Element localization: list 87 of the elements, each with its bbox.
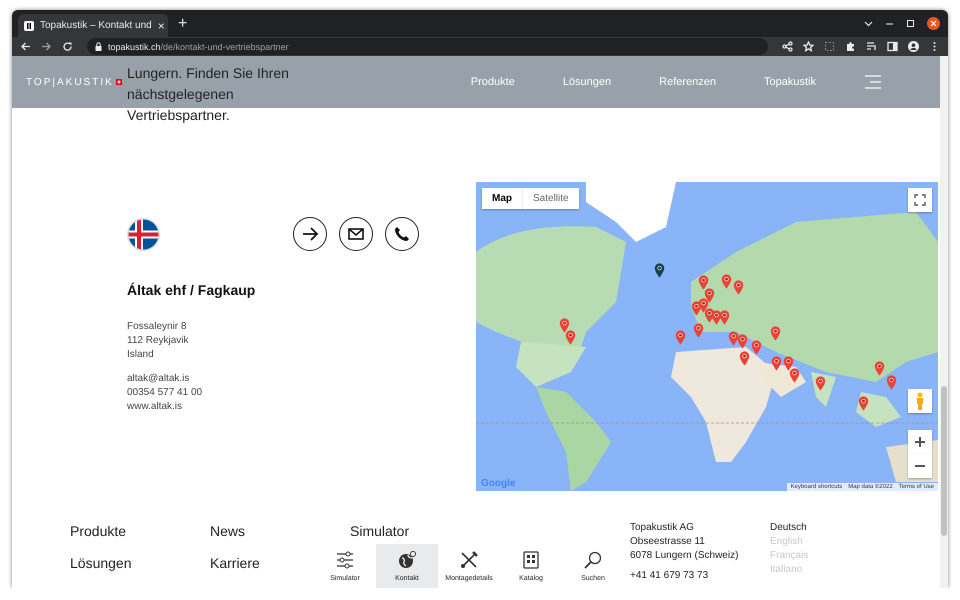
- media-icon[interactable]: [866, 41, 877, 52]
- tab-title: Topakustik – Kontakt und: [40, 20, 152, 31]
- map-pin-icon[interactable]: [719, 310, 730, 325]
- directions-button[interactable]: [293, 217, 327, 251]
- map-pin-icon[interactable]: [704, 288, 715, 303]
- map-pin-icon[interactable]: [559, 318, 570, 333]
- address-bar[interactable]: topakustik.ch/de/kontakt-und-vertriebspartner: [87, 38, 768, 55]
- puzzle-icon[interactable]: [845, 41, 856, 52]
- language-link[interactable]: Deutsch: [770, 521, 807, 535]
- map-pin-icon[interactable]: [728, 331, 739, 346]
- map-pin-icon[interactable]: [698, 275, 709, 290]
- map-pin-icon[interactable]: [739, 351, 750, 366]
- map-pin-icon[interactable]: [815, 376, 826, 391]
- maximize-icon[interactable]: [906, 19, 915, 28]
- scrollbar[interactable]: [940, 56, 948, 588]
- sliders-icon: [335, 550, 355, 570]
- map-pin-icon[interactable]: [874, 361, 885, 376]
- url-text: topakustik.ch/de/kontakt-und-vertriebspartner: [108, 42, 289, 52]
- zoom-in-button[interactable]: [908, 430, 932, 454]
- phone-number: +41 41 679 73 73: [630, 569, 710, 583]
- person-icon: [915, 392, 925, 410]
- footer-link[interactable]: Produkte: [70, 521, 126, 541]
- map-provider-logo: Google: [481, 478, 516, 489]
- profile-icon[interactable]: [908, 41, 919, 52]
- fullscreen-icon: [914, 194, 926, 206]
- footer-link[interactable]: Lösungen: [70, 553, 132, 573]
- map-pin-icon[interactable]: [721, 274, 732, 289]
- map-pin-icon[interactable]: [886, 375, 897, 390]
- search-icon: [583, 550, 603, 570]
- map-pin-icon[interactable]: [771, 356, 782, 371]
- map-pin-icon[interactable]: [789, 368, 800, 383]
- dashed-square-icon[interactable]: [824, 41, 835, 52]
- intro-paragraph: Lungern. Finden Sie Ihren nächstgelegenen Vertriebspartner.: [127, 64, 290, 125]
- address-line: Topakustik AG: [630, 521, 695, 535]
- address-line: Island: [127, 348, 154, 362]
- map-pin-icon[interactable]: [737, 334, 748, 349]
- map-pin-icon[interactable]: [783, 356, 794, 371]
- map-pin-icon[interactable]: [733, 280, 744, 295]
- tools-icon: [459, 550, 479, 570]
- globe-icon: [397, 550, 417, 570]
- forward-icon[interactable]: [41, 41, 52, 52]
- phone-number: 00354 577 41 00: [127, 386, 202, 400]
- map-pin-icon[interactable]: [751, 340, 762, 355]
- phone-button[interactable]: [385, 217, 419, 251]
- address-line: Fossaleynir 8: [127, 320, 186, 334]
- address-line: Obseestrasse 11: [630, 535, 706, 549]
- map-pin-icon[interactable]: [654, 263, 665, 278]
- zoom-out-button[interactable]: [908, 454, 932, 478]
- iceland-flag-icon: [127, 218, 160, 250]
- menu-icon[interactable]: [864, 75, 882, 89]
- new-tab-button[interactable]: +: [174, 14, 192, 32]
- catalog-icon: [521, 550, 541, 570]
- footer-link[interactable]: News: [210, 521, 246, 541]
- swiss-flag-icon: [116, 79, 122, 85]
- map-pin-icon[interactable]: [693, 323, 704, 338]
- chevron-down-icon[interactable]: [864, 19, 873, 28]
- map-pin-icon[interactable]: [711, 310, 722, 325]
- directions-icon: [301, 225, 319, 243]
- tab-close-button[interactable]: ×: [158, 18, 165, 32]
- map-type-tab[interactable]: Map: [482, 188, 522, 209]
- reload-icon[interactable]: [62, 41, 73, 52]
- map-pin-icon[interactable]: [858, 396, 869, 411]
- email-icon: [347, 225, 365, 243]
- share-icon[interactable]: [782, 41, 793, 52]
- footer-link[interactable]: Karriere: [210, 553, 260, 573]
- address-line: 6078 Lungern (Schweiz): [630, 549, 740, 563]
- fullscreen-button[interactable]: [908, 188, 932, 212]
- map-pin-icon[interactable]: [675, 330, 686, 345]
- star-icon[interactable]: [803, 41, 814, 52]
- website-link[interactable]: www.altak.is: [127, 400, 182, 414]
- map-pin-icon[interactable]: [698, 298, 709, 313]
- footer-link[interactable]: Simulator: [350, 521, 410, 541]
- plus-icon: [914, 436, 926, 448]
- phone-icon: [393, 225, 411, 243]
- email-button[interactable]: [339, 217, 373, 251]
- back-icon[interactable]: [20, 41, 31, 52]
- map-pin-icon[interactable]: [770, 326, 781, 341]
- email-link[interactable]: altak@altak.is: [127, 372, 190, 386]
- browser-tab[interactable]: Topakustik – Kontakt und ×: [18, 14, 168, 37]
- favicon-icon: [24, 20, 34, 30]
- sidebar-icon[interactable]: [887, 41, 898, 52]
- map-pin-icon[interactable]: [565, 330, 576, 345]
- map-type-tab[interactable]: Satellite: [522, 188, 579, 209]
- lock-icon: [95, 42, 102, 51]
- partner-name: Áltak ehf / Fagkaup: [127, 282, 256, 298]
- address-line: 112 Reykjavik: [127, 334, 189, 348]
- close-icon[interactable]: [927, 17, 940, 30]
